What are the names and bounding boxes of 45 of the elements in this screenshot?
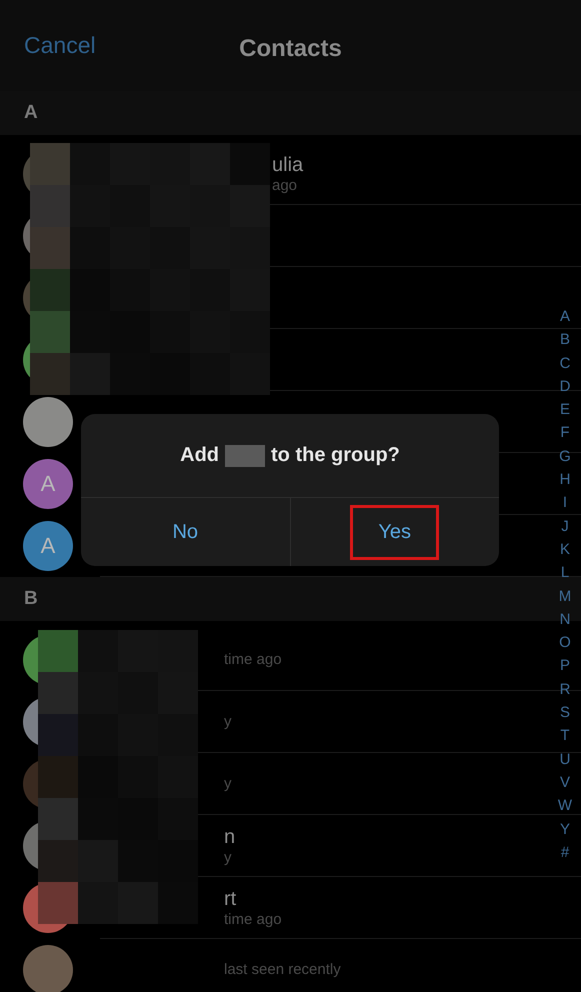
index-letter[interactable]: U: [560, 748, 570, 771]
cancel-button[interactable]: Cancel: [24, 32, 96, 59]
index-letter[interactable]: P: [560, 654, 570, 678]
index-letter[interactable]: C: [560, 352, 570, 375]
avatar-initial: A: [40, 471, 56, 497]
index-letter[interactable]: D: [560, 374, 570, 398]
last-seen-text: time ago: [224, 911, 282, 929]
index-letter[interactable]: K: [560, 538, 570, 562]
alert-text: to the group?: [271, 444, 400, 467]
index-letter[interactable]: V: [560, 770, 570, 794]
last-seen-text: y: [224, 775, 232, 793]
index-letter[interactable]: Y: [560, 818, 570, 841]
alert-text: Add: [180, 444, 220, 467]
screen-title: Contacts: [239, 34, 342, 62]
section-letter: A: [24, 102, 38, 124]
index-letter[interactable]: H: [560, 468, 570, 492]
section-letter: B: [24, 588, 38, 610]
index-letter[interactable]: R: [560, 678, 570, 702]
alert-button[interactable]: No: [140, 504, 230, 560]
index-letter[interactable]: A: [560, 305, 570, 328]
index-letter[interactable]: I: [562, 491, 568, 515]
contact-name: rt: [224, 887, 236, 911]
index-letter[interactable]: N: [560, 608, 570, 632]
alert-button[interactable]: Yes: [350, 504, 440, 560]
index-letter[interactable]: W: [558, 794, 572, 818]
avatar-initial: A: [40, 533, 56, 559]
index-letter[interactable]: M: [558, 584, 572, 608]
index-letter[interactable]: F: [560, 421, 570, 445]
last-seen-text: last seen recently: [224, 961, 341, 979]
index-letter[interactable]: #: [560, 840, 570, 864]
contact-name: n: [224, 825, 236, 849]
last-seen-text: ago: [272, 177, 298, 195]
index-letter[interactable]: L: [560, 561, 570, 585]
index-letter[interactable]: B: [560, 328, 570, 352]
last-seen-text: y: [224, 713, 232, 731]
last-seen-text: y: [224, 849, 232, 867]
index-letter[interactable]: S: [560, 701, 570, 724]
index-letter[interactable]: O: [559, 631, 571, 654]
last-seen-text: time ago: [224, 651, 282, 669]
index-letter[interactable]: T: [560, 724, 570, 748]
index-letter[interactable]: E: [560, 398, 570, 422]
contact-name: ulia: [272, 153, 304, 177]
index-letter[interactable]: G: [559, 444, 571, 468]
redaction-block: [225, 444, 266, 466]
index-letter[interactable]: J: [561, 514, 569, 538]
